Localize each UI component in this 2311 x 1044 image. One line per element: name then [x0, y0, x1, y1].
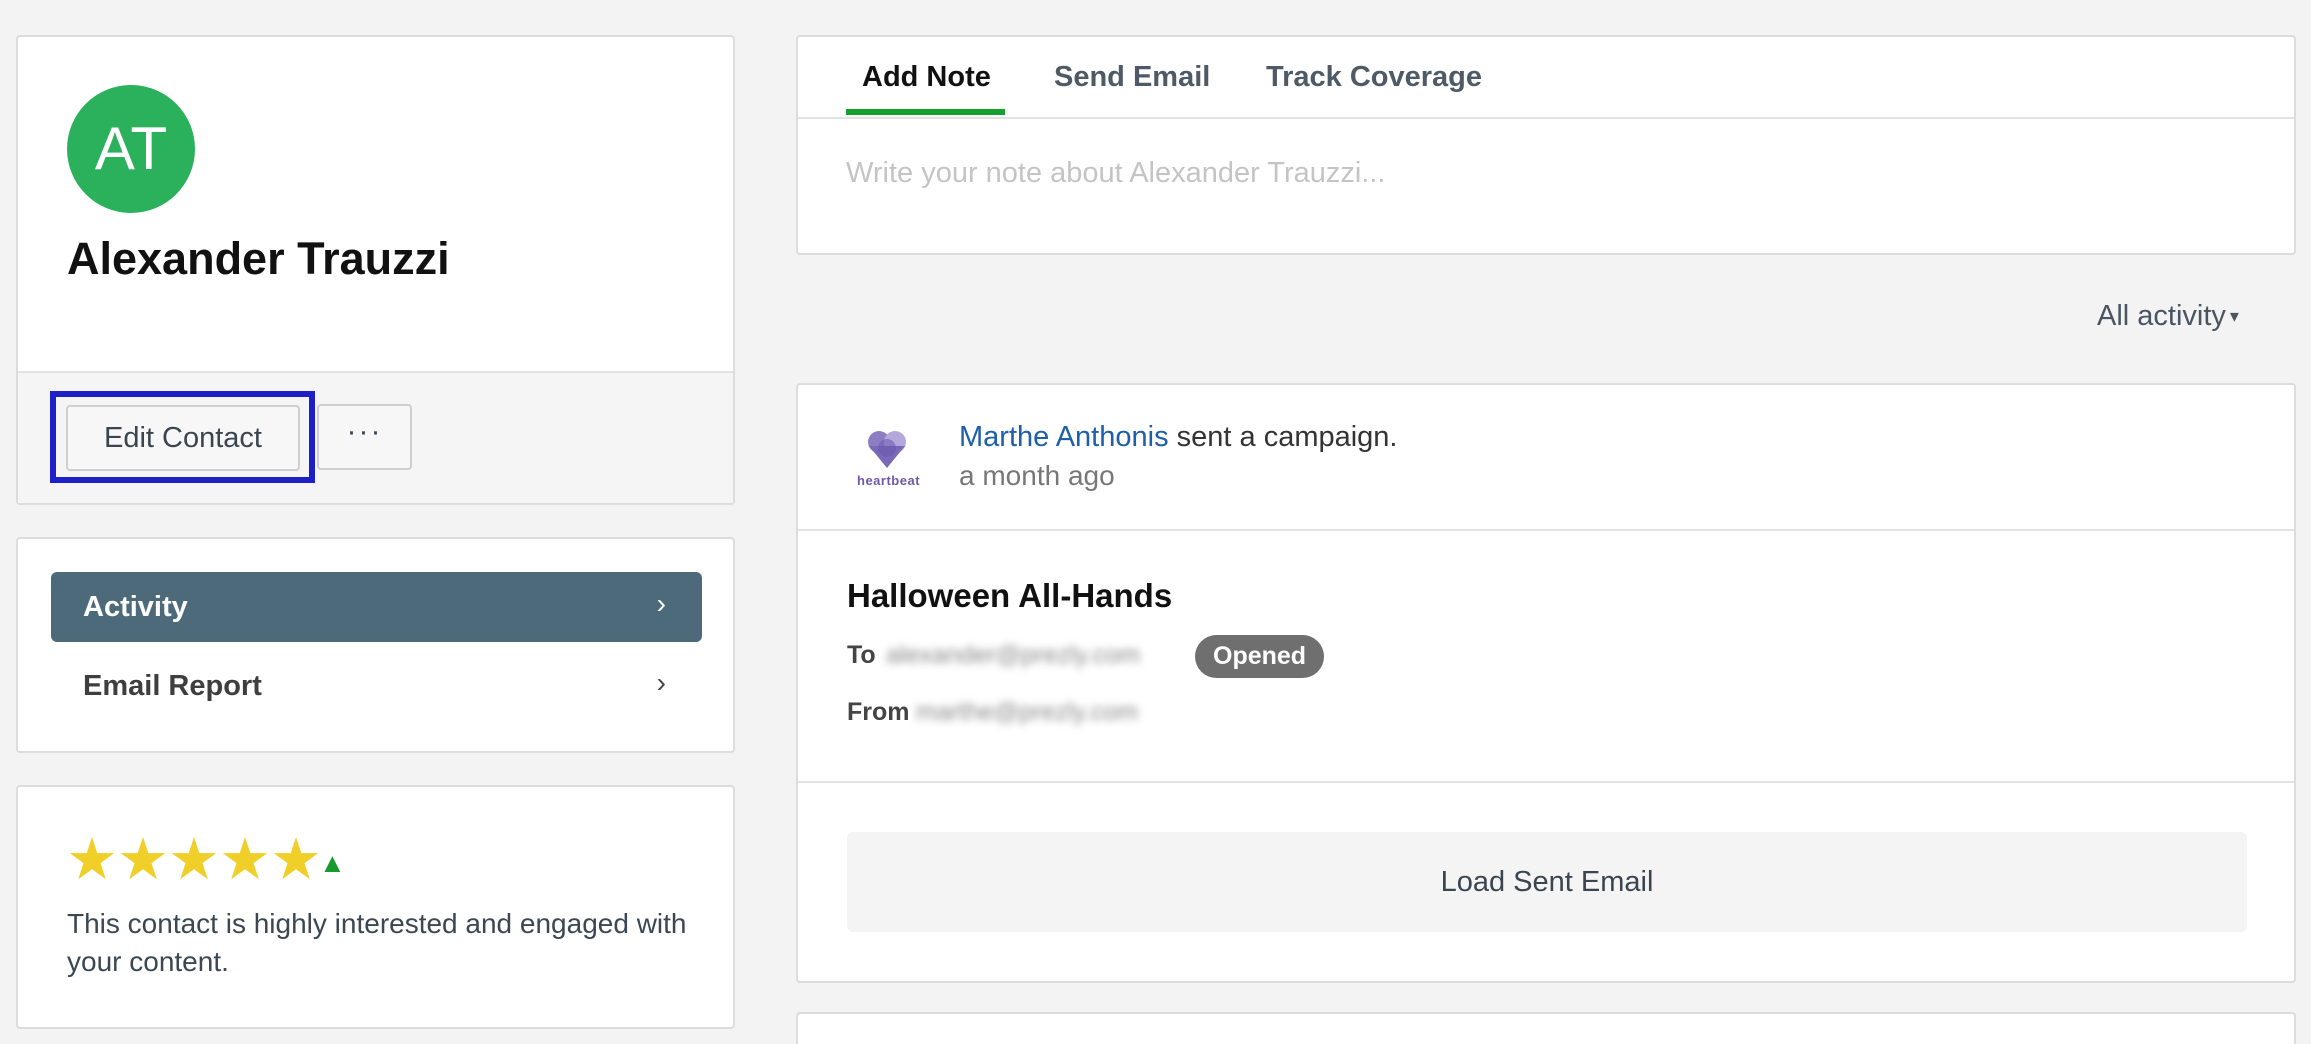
engagement-description: This contact is highly interested and en…	[67, 908, 687, 977]
trend-up-icon: ▲	[319, 848, 346, 878]
contact-nav: Activity › Email Report ›	[16, 537, 735, 753]
nav-item-label: Email Report	[83, 670, 262, 702]
to-address: alexander@prezly.com	[886, 641, 1141, 669]
chevron-right-icon: ›	[656, 588, 666, 619]
contact-name: Alexander Trauzzi	[67, 233, 450, 284]
activity-item: heartbeat Marthe Anthonis sent a campaig…	[796, 383, 2296, 983]
edit-contact-button[interactable]: Edit Contact	[66, 405, 300, 471]
contact-card: AT Alexander Trauzzi Edit Contact ···	[16, 35, 735, 505]
tab-send-email[interactable]: Send Email	[1054, 61, 1210, 94]
more-options-button[interactable]: ···	[317, 404, 412, 470]
activity-action: sent a campaign.	[1168, 421, 1398, 453]
tab-track-coverage[interactable]: Track Coverage	[1266, 61, 1482, 94]
nav-item-label: Activity	[83, 591, 188, 623]
avatar: AT	[67, 85, 195, 213]
active-tab-indicator	[846, 109, 1005, 115]
heartbeat-logo-text: heartbeat	[857, 473, 921, 488]
engagement-card: ★★★★★ ▲ This contact is highly intereste…	[16, 785, 735, 1029]
heartbeat-logo-icon	[868, 431, 906, 468]
composer-card: Add Note Send Email Track Coverage	[796, 35, 2296, 255]
activity-timestamp: a month ago	[959, 460, 1115, 491]
email-title: Halloween All-Hands	[847, 577, 1173, 614]
from-label: From	[847, 698, 910, 726]
activity-summary: Marthe Anthonis sent a campaign.	[959, 421, 1398, 454]
to-label: To	[847, 641, 876, 669]
status-badge: Opened	[1195, 635, 1325, 678]
from-address: marthe@prezly.com	[916, 698, 1139, 726]
divider	[798, 781, 2294, 783]
star-rating: ★★★★★	[66, 827, 322, 892]
activity-filter-label: All activity	[2097, 300, 2226, 332]
activity-filter-dropdown[interactable]: All activity ▾	[2097, 300, 2239, 333]
composer-tabs: Add Note Send Email Track Coverage	[798, 37, 2294, 119]
nav-item-activity[interactable]: Activity ›	[51, 572, 702, 642]
next-activity-item	[796, 1012, 2296, 1044]
chevron-right-icon: ›	[656, 667, 666, 698]
caret-down-icon: ▾	[2229, 306, 2239, 326]
nav-item-email-report[interactable]: Email Report ›	[51, 651, 702, 721]
note-input[interactable]	[846, 145, 2226, 201]
load-sent-email-button[interactable]: Load Sent Email	[847, 832, 2247, 932]
tab-add-note[interactable]: Add Note	[862, 61, 991, 94]
contact-actions: Edit Contact ···	[18, 371, 733, 503]
activity-header: heartbeat Marthe Anthonis sent a campaig…	[798, 385, 2294, 531]
ellipsis-icon: ···	[346, 415, 383, 448]
actor-link[interactable]: Marthe Anthonis	[959, 421, 1169, 453]
